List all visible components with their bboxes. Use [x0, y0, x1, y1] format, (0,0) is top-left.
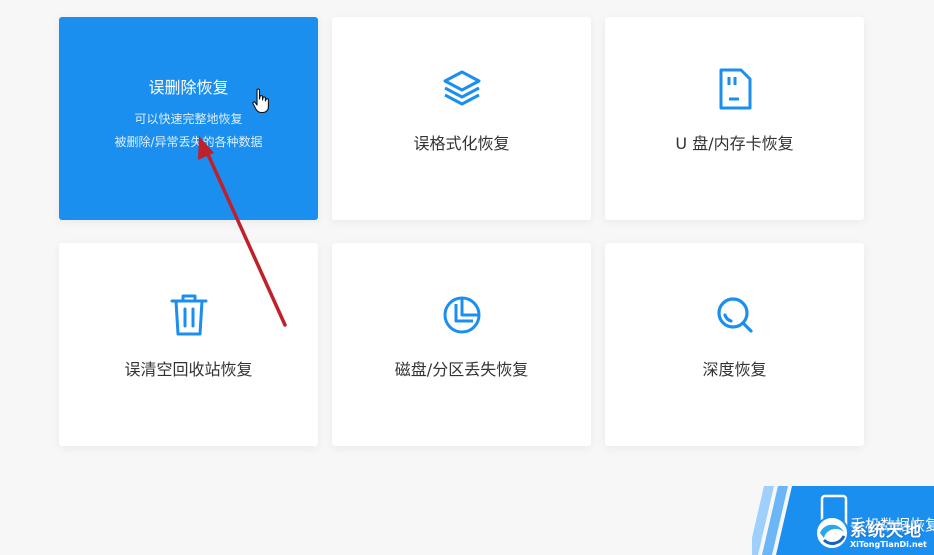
- trash-icon: [167, 293, 211, 337]
- card-usb-label: U 盘/内存卡恢复: [675, 134, 794, 153]
- watermark-logo-icon: [815, 516, 849, 550]
- card-deep-recovery[interactable]: 深度恢复: [605, 243, 864, 446]
- card-deleted-title: 误删除恢复: [148, 78, 229, 97]
- card-partition-label: 磁盘/分区丢失恢复: [394, 360, 529, 379]
- site-watermark: 系统天地 XiTongTianDi.net: [812, 510, 934, 555]
- card-partition-recovery[interactable]: 磁盘/分区丢失恢复: [332, 243, 591, 446]
- pie-chart-icon: [440, 293, 484, 337]
- sd-card-icon: [713, 67, 757, 111]
- card-format-recovery[interactable]: 误格式化恢复: [332, 17, 591, 220]
- card-deleted-recovery[interactable]: 误删除恢复 可以快速完整地恢复 被删除/异常丢失的各种数据: [59, 17, 318, 220]
- watermark-url: XiTongTianDi.net: [850, 540, 927, 549]
- card-deleted-desc-line2: 被删除/异常丢失的各种数据: [114, 135, 263, 149]
- card-recycle-label: 误清空回收站恢复: [124, 360, 253, 379]
- card-recycle-recovery[interactable]: 误清空回收站恢复: [59, 243, 318, 446]
- card-usb-recovery[interactable]: U 盘/内存卡恢复: [605, 17, 864, 220]
- layers-icon: [440, 67, 484, 111]
- card-deleted-desc-line1: 可以快速完整地恢复: [134, 112, 243, 126]
- search-icon: [713, 293, 757, 337]
- card-deep-label: 深度恢复: [702, 360, 767, 379]
- card-format-label: 误格式化恢复: [413, 134, 510, 153]
- hand-cursor-icon: [252, 88, 272, 114]
- watermark-title: 系统天地: [850, 521, 922, 541]
